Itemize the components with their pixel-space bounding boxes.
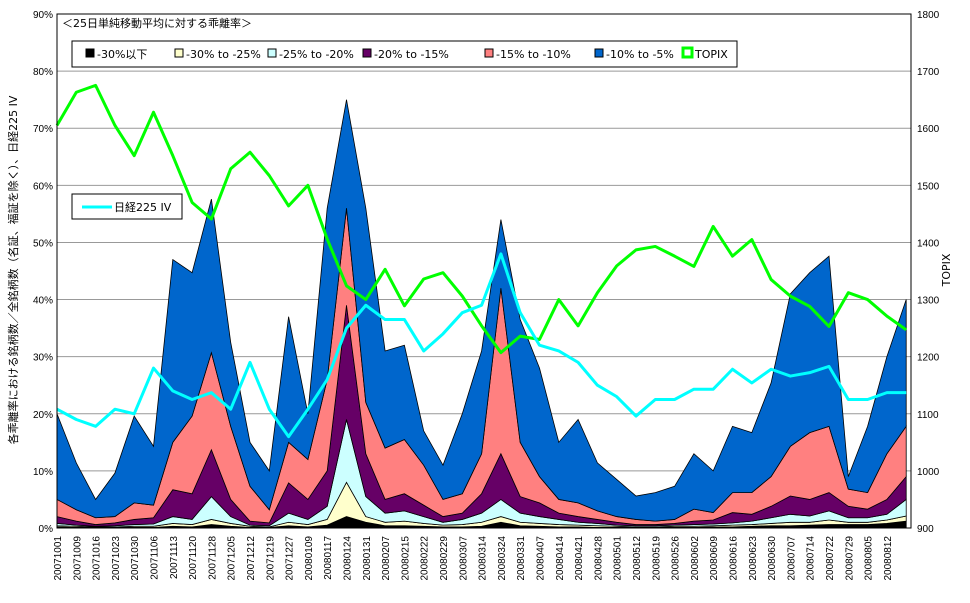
x-tick-label: 20071128 — [207, 536, 218, 580]
x-tick-label: 20080501 — [613, 536, 624, 581]
y-tick-label: 70% — [33, 124, 53, 135]
y-tick-label: 90% — [33, 10, 53, 21]
legend-swatch-topix — [681, 46, 694, 59]
right-axis-label: TOPIX — [940, 253, 953, 287]
stacked-areas — [56, 99, 907, 529]
x-tick-label: 20080414 — [555, 536, 566, 581]
legend-swatch — [362, 48, 372, 58]
x-tick-label: 20080616 — [729, 536, 740, 581]
left-axis-ticks: 0% 10% 20% 30% 40% 50% 60% 70% 80% 90% — [33, 10, 53, 535]
y-tick-label: 0% — [39, 524, 54, 535]
y-tick-label: 40% — [33, 296, 53, 307]
x-tick-label: 20080109 — [304, 536, 315, 581]
x-tick-label: 20080331 — [516, 536, 527, 581]
y2-tick-label: 1200 — [917, 353, 940, 364]
x-tick-label: 20080229 — [439, 536, 450, 581]
legend-swatch — [267, 48, 277, 58]
right-axis-ticks: 900 1000 1100 1200 1300 1400 1500 1600 1700 1800 — [917, 10, 940, 535]
legend-label: 日経225 IV — [114, 201, 172, 214]
x-tick-label: 20071001 — [53, 536, 64, 581]
y2-tick-label: 1600 — [917, 124, 940, 135]
x-tick-label: 20071113 — [169, 536, 180, 579]
x-tick-label: 20080117 — [323, 536, 334, 580]
y-tick-label: 60% — [33, 181, 53, 192]
x-tick-label: 20080314 — [478, 536, 489, 581]
legend-label: -15% to -10% — [496, 48, 571, 61]
legend-label: -25% to -20% — [279, 48, 354, 61]
y2-tick-label: 1400 — [917, 238, 940, 249]
y2-tick-label: 1000 — [917, 467, 940, 478]
x-tick-label: 20080526 — [671, 536, 682, 581]
deviation-rate-chart: 0% 10% 20% 30% 40% 50% 60% 70% 80% 90% 900 1000 110… — [6, 10, 953, 581]
x-tick-label: 20071023 — [111, 536, 122, 581]
legend: -30%以下 -30% to -25% -25% to -20% -20% to -1… — [71, 40, 738, 68]
x-tick-label: 20080805 — [864, 536, 875, 581]
x-tick-label: 20080215 — [400, 536, 411, 581]
x-tick-label: 20080602 — [690, 536, 701, 581]
y2-tick-label: 900 — [917, 524, 934, 535]
y2-tick-label: 1700 — [917, 67, 940, 78]
x-tick-label: 20071016 — [92, 536, 103, 581]
legend-label: TOPIX — [694, 48, 728, 61]
y2-tick-label: 1100 — [917, 410, 939, 421]
x-tick-label: 20080714 — [806, 536, 817, 581]
y2-tick-label: 1800 — [917, 10, 940, 21]
legend-label: -10% to -5% — [606, 48, 674, 61]
legend-label: -30%以下 — [97, 48, 147, 61]
x-tick-label: 20071212 — [246, 536, 257, 581]
x-tick-label: 20080222 — [420, 536, 431, 581]
y-tick-label: 50% — [33, 238, 53, 249]
y2-tick-label: 1500 — [917, 181, 940, 192]
x-tick-label: 20080519 — [651, 536, 662, 581]
x-tick-label: 20071030 — [130, 536, 141, 581]
iv-legend: 日経225 IV — [71, 193, 183, 220]
x-tick-label: 20080630 — [767, 536, 778, 581]
legend-swatch — [594, 48, 604, 58]
chart-title: ＜25日単純移動平均に対する乖離率＞ — [62, 16, 252, 30]
x-tick-label: 20080131 — [362, 536, 373, 581]
x-tick-label: 20080428 — [593, 536, 604, 581]
legend-swatch — [174, 48, 184, 58]
x-tick-label: 20071120 — [188, 536, 199, 580]
y-tick-label: 80% — [33, 67, 53, 78]
x-tick-label: 20080324 — [497, 536, 508, 581]
left-axis-label: 各乖離率における銘柄数／全銘柄数（名証、福証を除く）、日経225 IV — [6, 95, 20, 444]
x-tick-label: 20080722 — [825, 536, 836, 581]
y2-tick-label: 1300 — [917, 296, 940, 307]
y-tick-label: 30% — [33, 353, 53, 364]
x-tick-label: 20080407 — [536, 536, 547, 581]
legend-swatch — [484, 48, 494, 58]
x-tick-label: 20080812 — [883, 536, 894, 581]
x-tick-label: 20071106 — [150, 536, 161, 580]
x-tick-label: 20080124 — [343, 536, 354, 581]
x-tick-label: 20080307 — [458, 536, 469, 581]
legend-label: -30% to -25% — [186, 48, 261, 61]
x-tick-label: 20080729 — [844, 536, 855, 581]
x-tick-label: 20080207 — [381, 536, 392, 581]
x-tick-label: 20071227 — [285, 536, 296, 581]
x-tick-label: 20071205 — [227, 536, 238, 581]
x-tick-label: 20080512 — [632, 536, 643, 581]
x-tick-label: 20071009 — [72, 536, 83, 581]
x-axis-ticks: 20071001 20071009 20071016 20071023 20071030… — [53, 536, 894, 581]
x-tick-label: 20071219 — [265, 536, 276, 581]
legend-swatch — [85, 48, 95, 58]
x-tick-label: 20080421 — [574, 536, 585, 581]
x-tick-label: 20080609 — [709, 536, 720, 581]
x-tick-label: 20080623 — [748, 536, 759, 581]
legend-label: -20% to -15% — [374, 48, 449, 61]
x-tick-label: 20080707 — [786, 536, 797, 581]
y-tick-label: 10% — [33, 467, 53, 478]
y-tick-label: 20% — [33, 410, 53, 421]
